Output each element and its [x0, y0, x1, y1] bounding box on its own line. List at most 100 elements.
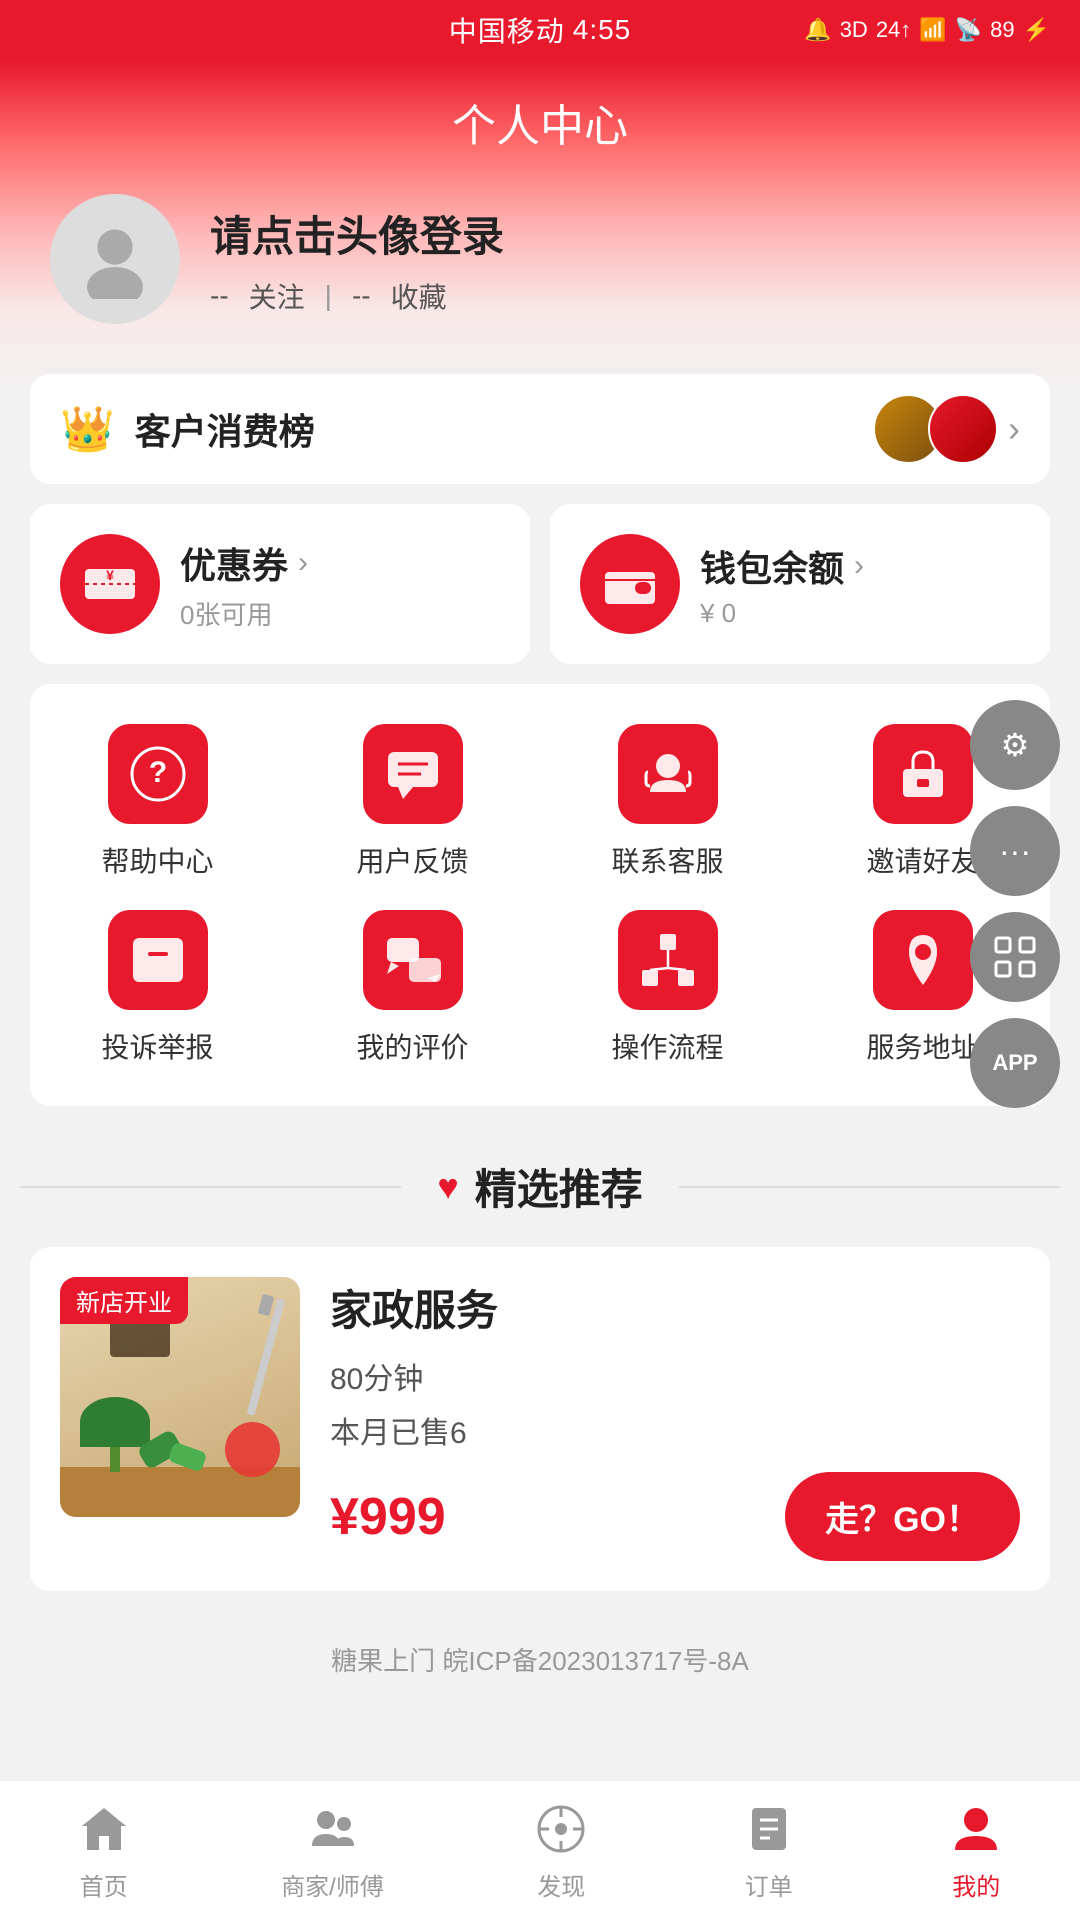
product-sold: 本月已售6: [330, 1408, 1020, 1452]
coupon-card[interactable]: ¥ 优惠券 › 0张可用: [30, 504, 530, 664]
divider-left: [20, 1186, 401, 1188]
status-time: 4:55: [573, 14, 632, 46]
rank-avatars: [873, 394, 998, 464]
feedback-icon: [363, 724, 463, 824]
product-duration: 80分钟: [330, 1354, 1020, 1398]
service-label: 联系客服: [611, 840, 723, 880]
floating-buttons: ⚙ ··· APP: [970, 700, 1060, 1108]
featured-title: 精选推荐: [475, 1156, 643, 1217]
stat-divider: |: [325, 280, 332, 312]
rank-avatar-2: [928, 394, 998, 464]
location-icon: [873, 910, 973, 1010]
menu-item-feedback[interactable]: 用户反馈: [285, 724, 540, 880]
rank-left: 👑 客户消费榜: [60, 403, 315, 455]
process-label: 操作流程: [611, 1026, 723, 1066]
nav-label-discover: 发现: [537, 1867, 585, 1902]
menu-item-process[interactable]: 操作流程: [540, 910, 795, 1066]
favorites-label: 收藏: [391, 276, 447, 316]
page-title: 个人中心: [0, 60, 1080, 194]
rank-bar[interactable]: 👑 客户消费榜 ›: [30, 374, 1050, 484]
crown-icon: 👑: [60, 403, 115, 455]
coupon-subtitle: 0张可用: [180, 595, 500, 632]
rank-title: 客户消费榜: [135, 403, 315, 455]
nav-label-home: 首页: [80, 1867, 128, 1902]
help-center-icon: ?: [108, 724, 208, 824]
wallet-icon: [580, 534, 680, 634]
service-icon: [618, 724, 718, 824]
nav-label-order: 订单: [745, 1867, 793, 1902]
profile-section[interactable]: 请点击头像登录 -- 关注 | -- 收藏: [0, 194, 1080, 354]
complaint-label: 投诉举报: [101, 1026, 213, 1066]
svg-text:¥: ¥: [106, 567, 114, 583]
product-image: 新店开业: [60, 1277, 300, 1517]
bottom-nav: 首页 商家/师傅 发现 订单 我的: [0, 1780, 1080, 1920]
go-button[interactable]: 走？GO！: [785, 1472, 1020, 1561]
wallet-content: 钱包余额 › ¥ 0: [700, 540, 1020, 629]
home-icon: [74, 1799, 134, 1859]
divider-right: [679, 1186, 1060, 1188]
product-badge: 新店开业: [60, 1277, 188, 1324]
profile-info: 请点击头像登录 -- 关注 | -- 收藏: [210, 203, 1030, 316]
menu-section: ? 帮助中心 用户反馈 联系客服 邀请好友: [30, 684, 1050, 1106]
help-center-label: 帮助中心: [101, 840, 213, 880]
nav-item-profile[interactable]: 我的: [946, 1799, 1006, 1902]
svg-text:?: ?: [148, 756, 166, 789]
featured-section: ♥ 精选推荐: [0, 1126, 1080, 1728]
nav-item-discover[interactable]: 发现: [531, 1799, 591, 1902]
order-icon: [739, 1799, 799, 1859]
featured-header: ♥ 精选推荐: [0, 1156, 1080, 1217]
complaint-icon: [108, 910, 208, 1010]
rank-chevron: ›: [1008, 408, 1020, 450]
location-label: 服务地址: [866, 1026, 978, 1066]
menu-grid: ? 帮助中心 用户反馈 联系客服 邀请好友: [30, 714, 1050, 1076]
wallet-card[interactable]: 钱包余额 › ¥ 0: [550, 504, 1050, 664]
icp-text: 糖果上门 皖ICP备2023013717号-8A: [0, 1611, 1080, 1698]
nav-label-profile: 我的: [952, 1867, 1000, 1902]
avatar[interactable]: [50, 194, 180, 324]
invite-icon: [873, 724, 973, 824]
heart-icon: ♥: [437, 1166, 458, 1208]
status-carrier-time: 中国移动: [449, 10, 565, 50]
nav-item-home[interactable]: 首页: [74, 1799, 134, 1902]
status-icons: 🔔 3D 24↑ 📶 📡 89 ⚡: [804, 17, 1050, 43]
profile-nav-icon: [946, 1799, 1006, 1859]
wallet-subtitle: ¥ 0: [700, 598, 1020, 629]
nav-label-merchant: 商家/师傅: [281, 1867, 384, 1902]
wallet-title: 钱包余额: [700, 540, 844, 592]
menu-item-service[interactable]: 联系客服: [540, 724, 795, 880]
feedback-label: 用户反馈: [356, 840, 468, 880]
rank-right: ›: [873, 394, 1020, 464]
product-bottom: ¥999 走？GO！: [330, 1472, 1020, 1561]
product-price: ¥999: [330, 1487, 446, 1547]
coupon-chevron: ›: [298, 546, 308, 580]
process-icon: [618, 910, 718, 1010]
login-prompt: 请点击头像登录: [210, 203, 1030, 264]
gear-float-button[interactable]: ⚙: [970, 700, 1060, 790]
product-card[interactable]: 新店开业 家政服务 80分钟 本月已售6 ¥999 走？GO！: [30, 1247, 1050, 1591]
product-info: 家政服务 80分钟 本月已售6 ¥999 走？GO！: [330, 1277, 1020, 1561]
app-float-button[interactable]: APP: [970, 1018, 1060, 1108]
menu-item-help[interactable]: ? 帮助中心: [30, 724, 285, 880]
review-icon: [363, 910, 463, 1010]
follows-label: 关注: [249, 276, 305, 316]
review-label: 我的评价: [356, 1026, 468, 1066]
status-bar: 中国移动 4:55 🔔 3D 24↑ 📶 📡 89 ⚡: [0, 0, 1080, 60]
scan-float-button[interactable]: [970, 912, 1060, 1002]
coupon-content: 优惠券 › 0张可用: [180, 537, 500, 632]
nav-item-merchant[interactable]: 商家/师傅: [281, 1799, 384, 1902]
cards-row: ¥ 优惠券 › 0张可用 钱包余额 › ¥ 0: [0, 504, 1080, 664]
profile-stats: -- 关注 | -- 收藏: [210, 276, 1030, 316]
merchant-icon: [303, 1799, 363, 1859]
invite-label: 邀请好友: [866, 840, 978, 880]
menu-item-review[interactable]: 我的评价: [285, 910, 540, 1066]
coupon-title: 优惠券: [180, 537, 288, 589]
menu-item-complaint[interactable]: 投诉举报: [30, 910, 285, 1066]
coupon-icon: ¥: [60, 534, 160, 634]
discover-icon: [531, 1799, 591, 1859]
chat-float-button[interactable]: ···: [970, 806, 1060, 896]
follows-value: --: [210, 280, 229, 312]
favorites-value: --: [352, 280, 371, 312]
header: 个人中心 请点击头像登录 -- 关注 | -- 收藏: [0, 60, 1080, 394]
nav-item-order[interactable]: 订单: [739, 1799, 799, 1902]
product-name: 家政服务: [330, 1277, 1020, 1338]
